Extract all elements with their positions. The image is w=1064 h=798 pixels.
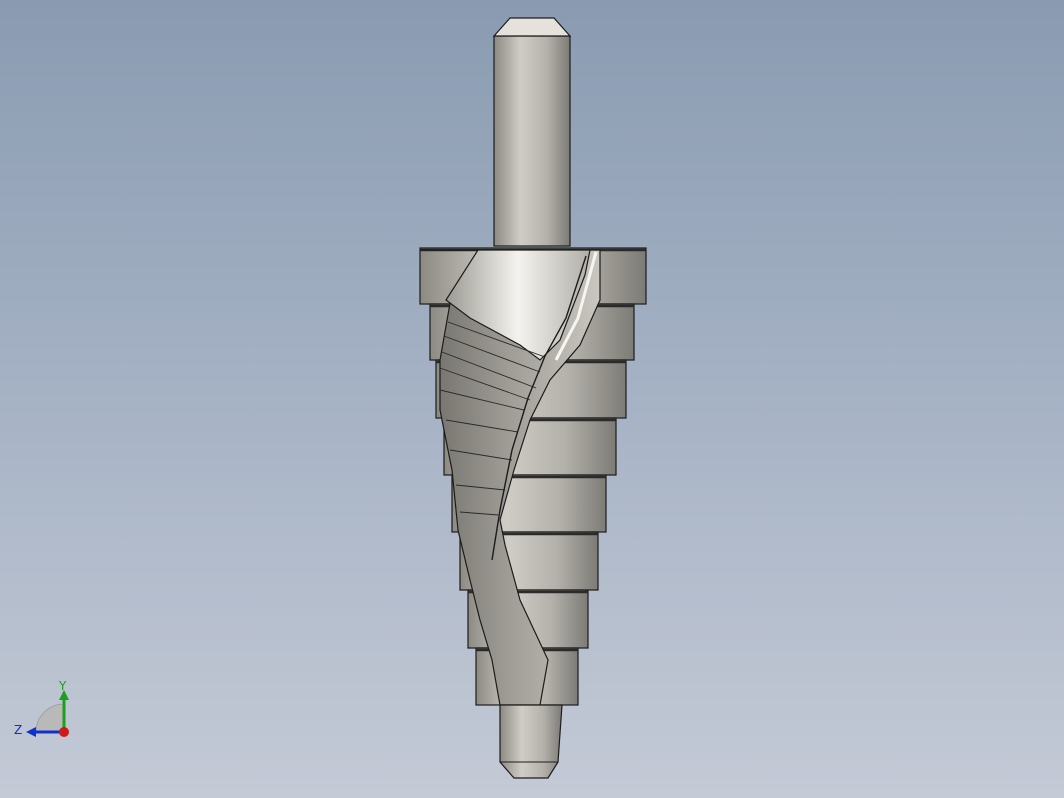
step-drill-model[interactable] <box>0 0 1064 798</box>
triad-quadrant <box>35 703 65 733</box>
z-axis-head <box>26 727 36 737</box>
z-axis-label: Z <box>14 723 22 737</box>
axis-triad: Y Z <box>14 679 69 737</box>
shank <box>492 17 572 247</box>
y-axis-label: Y <box>58 679 67 693</box>
x-axis-dot <box>59 727 69 737</box>
graphics-viewport[interactable]: Y Z <box>0 0 1064 798</box>
pilot-tip <box>499 704 563 779</box>
